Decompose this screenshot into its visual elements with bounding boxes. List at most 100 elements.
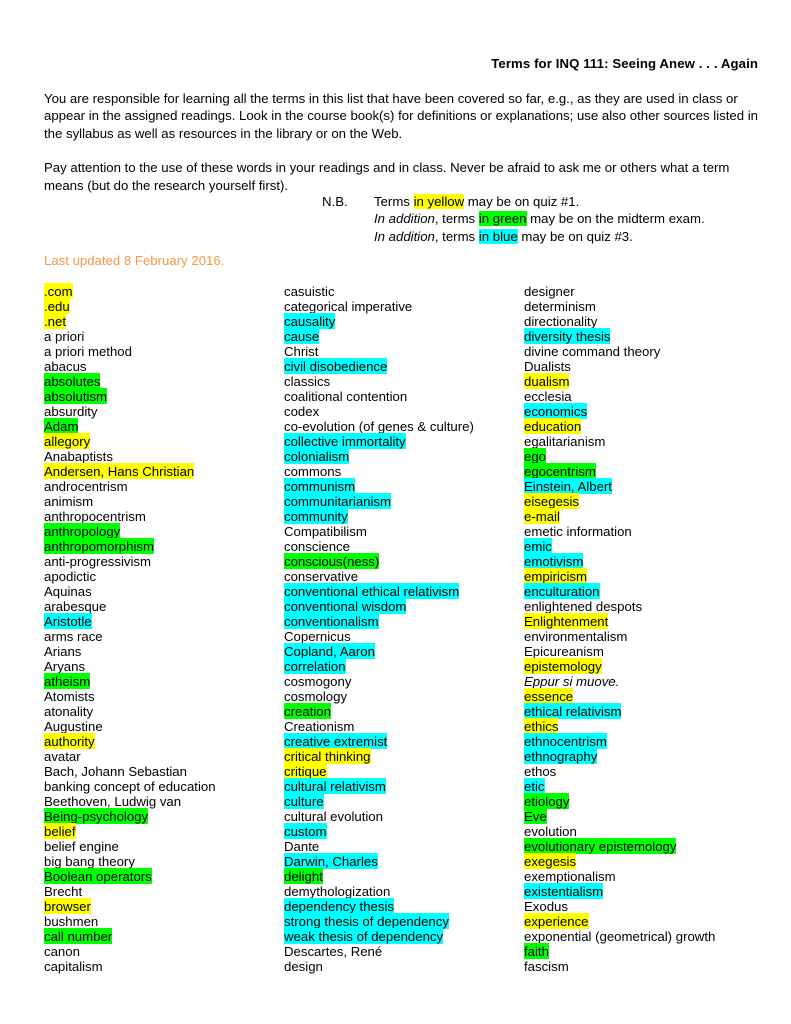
term-label: cultural evolution — [284, 809, 383, 824]
term-list-item: etic — [524, 778, 774, 794]
term-list-item: ecclesia — [524, 389, 774, 404]
term-label: essence — [524, 688, 574, 704]
term-list-item: Being-psychology — [44, 808, 282, 824]
term-label: delight — [284, 868, 323, 884]
term-list-item: Atomists — [44, 689, 282, 704]
term-label: education — [524, 418, 582, 434]
term-list-item: environmentalism — [524, 629, 774, 644]
term-list-item: experience — [524, 913, 774, 929]
term-list-item: anti-progressivism — [44, 554, 282, 569]
term-label: atheism — [44, 673, 91, 689]
term-label: Aristotle — [44, 613, 92, 629]
term-label: directionality — [524, 314, 598, 329]
term-list-item: cultural evolution — [284, 809, 522, 824]
terms-column-1: .com .edu .net a priori a priori method abacu… — [44, 283, 282, 974]
term-list-item: anthropomorphism — [44, 538, 282, 554]
term-label: colonialism — [284, 448, 350, 464]
term-list-item: epistemology — [524, 658, 774, 674]
term-list-item: Bach, Johann Sebastian — [44, 764, 282, 779]
term-label: belief — [44, 823, 76, 839]
term-list-item: belief engine — [44, 839, 282, 854]
term-list-item: collective immortality — [284, 433, 522, 449]
term-label: ethnography — [524, 748, 598, 764]
term-label: exegesis — [524, 853, 577, 869]
term-label: coalitional contention — [284, 389, 408, 404]
term-list-item: call number — [44, 928, 282, 944]
term-list-item: correlation — [284, 658, 522, 674]
term-list-item: apodictic — [44, 569, 282, 584]
document-page: Terms for INQ 111: Seeing Anew . . . Aga… — [0, 0, 791, 1024]
term-list-item: authority — [44, 733, 282, 749]
term-label: egocentrism — [524, 463, 596, 479]
term-label: existentialism — [524, 883, 604, 899]
term-list-item: .net — [44, 313, 282, 329]
term-label: exponential (geometrical) growth — [524, 929, 716, 944]
term-list-item: coalitional contention — [284, 389, 522, 404]
term-label: abacus — [44, 359, 87, 374]
term-label: experience — [524, 913, 589, 929]
term-list-item: economics — [524, 403, 774, 419]
term-label: anthropocentrism — [44, 509, 146, 524]
term-label: demythologization — [284, 884, 391, 899]
term-label: enculturation — [524, 583, 600, 599]
term-label: dependency thesis — [284, 898, 394, 914]
term-list-item: ethos — [524, 764, 774, 779]
term-label: environmentalism — [524, 629, 628, 644]
term-label: Aryans — [44, 659, 86, 674]
term-list-item: emetic information — [524, 524, 774, 539]
term-label: apodictic — [44, 569, 97, 584]
term-list-item: colonialism — [284, 448, 522, 464]
term-list-item: delight — [284, 868, 522, 884]
term-list-item: faith — [524, 943, 774, 959]
term-label: correlation — [284, 658, 346, 674]
term-label: anthropomorphism — [44, 538, 154, 554]
term-label: atonality — [44, 704, 94, 719]
term-label: conscience — [284, 539, 350, 554]
term-label: classics — [284, 374, 331, 389]
nb-line3-pre: , terms — [434, 228, 479, 244]
nota-bene-label: N.B. — [322, 194, 348, 209]
term-label: Epicureanism — [524, 644, 604, 659]
term-label: browser — [44, 898, 91, 914]
term-list-item: browser — [44, 898, 282, 914]
term-list-item: strong thesis of dependency — [284, 913, 522, 929]
term-list-item: exponential (geometrical) growth — [524, 929, 774, 944]
term-label: empiricism — [524, 568, 588, 584]
term-label: epistemology — [524, 658, 602, 674]
term-label: conventional wisdom — [284, 598, 407, 614]
term-label: belief engine — [44, 839, 119, 854]
term-label: cause — [284, 328, 320, 344]
term-list-item: conventional wisdom — [284, 598, 522, 614]
term-list-item: Exodus — [524, 899, 774, 914]
term-list-item: conventional ethical relativism — [284, 583, 522, 599]
term-label: arabesque — [44, 599, 107, 614]
term-label: Being-psychology — [44, 808, 149, 824]
term-list-item: exemptionalism — [524, 869, 774, 884]
term-list-item: allegory — [44, 433, 282, 449]
term-list-item: banking concept of education — [44, 779, 282, 794]
term-label: absolutes — [44, 373, 101, 389]
term-label: Anabaptists — [44, 449, 113, 464]
page-title: Terms for INQ 111: Seeing Anew . . . Aga… — [491, 56, 758, 71]
term-list-item: design — [284, 959, 522, 974]
term-list-item: atheism — [44, 673, 282, 689]
term-list-item: creative extremist — [284, 733, 522, 749]
term-label: big bang theory — [44, 854, 135, 869]
term-list-item: cause — [284, 328, 522, 344]
nota-bene-line-green: In addition, terms in green may be on th… — [374, 210, 705, 227]
term-label: emic — [524, 538, 552, 554]
term-label: conservative — [284, 569, 359, 584]
term-list-item: Descartes, René — [284, 944, 522, 959]
term-label: etiology — [524, 793, 570, 809]
term-label: e-mail — [524, 508, 560, 524]
term-list-item: Boolean operators — [44, 868, 282, 884]
nb-line3-highlight: in blue — [478, 228, 518, 244]
term-label: ethnocentrism — [524, 733, 607, 749]
term-label: absolutism — [44, 388, 108, 404]
term-label: community — [284, 508, 348, 524]
term-list-item: communitarianism — [284, 493, 522, 509]
nb-line1-pre: Terms — [374, 194, 414, 209]
term-label: fascism — [524, 959, 569, 974]
term-label: Adam — [44, 418, 79, 434]
term-list-item: Beethoven, Ludwig van — [44, 794, 282, 809]
